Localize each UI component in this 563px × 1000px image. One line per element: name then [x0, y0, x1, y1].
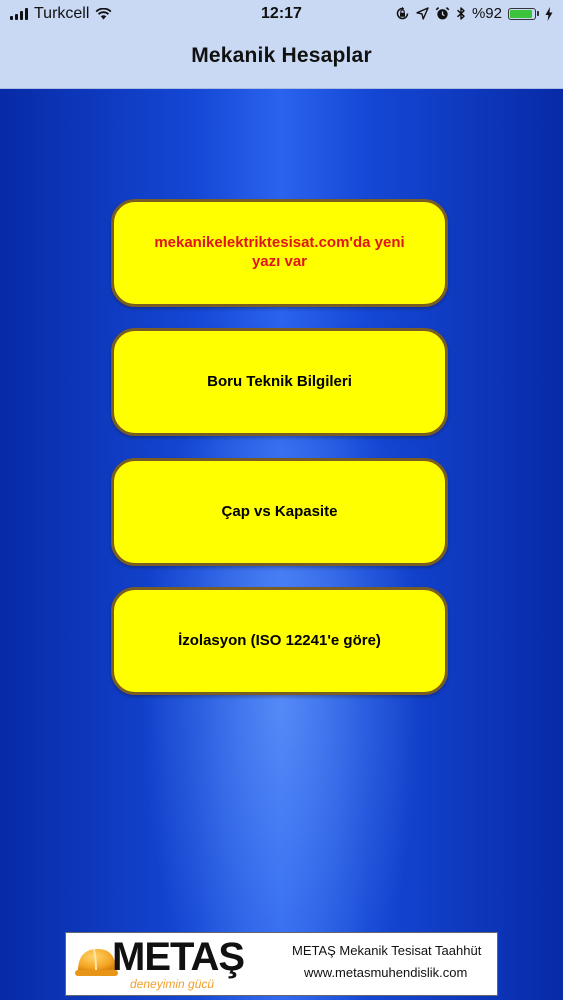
status-bar: Turkcell 12:17 %92	[0, 0, 563, 30]
banner-website-text: www.metasmuhendislik.com	[304, 965, 468, 980]
ad-banner[interactable]: METAŞ deneyimin gücü METAŞ Mekanik Tesis…	[65, 932, 498, 996]
status-right: %92	[395, 5, 553, 22]
battery-percent: %92	[471, 5, 502, 22]
bluetooth-icon	[456, 6, 466, 21]
news-button[interactable]: mekanikelektriktesisat.com'da yeni yazı …	[111, 199, 448, 307]
insulation-button[interactable]: İzolasyon (ISO 12241'e göre)	[111, 587, 448, 695]
battery-icon	[508, 7, 539, 20]
orientation-lock-icon	[395, 6, 410, 21]
top-bar: Turkcell 12:17 %92 Mekanik Hesaplar	[0, 0, 563, 89]
banner-company-text: METAŞ Mekanik Tesisat Taahhüt	[292, 943, 482, 958]
news-button-label: mekanikelektriktesisat.com'da yeni yazı …	[154, 234, 405, 270]
brand-name: METAŞ	[112, 935, 245, 979]
diameter-vs-capacity-label: Çap vs Kapasite	[221, 502, 338, 520]
brand-slogan: deneyimin gücü	[130, 977, 215, 991]
page-title: Mekanik Hesaplar	[191, 44, 372, 67]
pipe-technical-info-button[interactable]: Boru Teknik Bilgileri	[111, 328, 448, 436]
app-screen: Turkcell 12:17 %92 Mekanik Hesaplar meka…	[0, 0, 563, 1000]
charging-bolt-icon	[545, 6, 553, 21]
location-arrow-icon	[416, 7, 429, 20]
alarm-icon	[435, 6, 450, 21]
battery-fill	[510, 9, 533, 18]
insulation-label: İzolasyon (ISO 12241'e göre)	[178, 631, 381, 649]
diameter-vs-capacity-button[interactable]: Çap vs Kapasite	[111, 458, 448, 566]
pipe-technical-info-label: Boru Teknik Bilgileri	[207, 372, 352, 390]
